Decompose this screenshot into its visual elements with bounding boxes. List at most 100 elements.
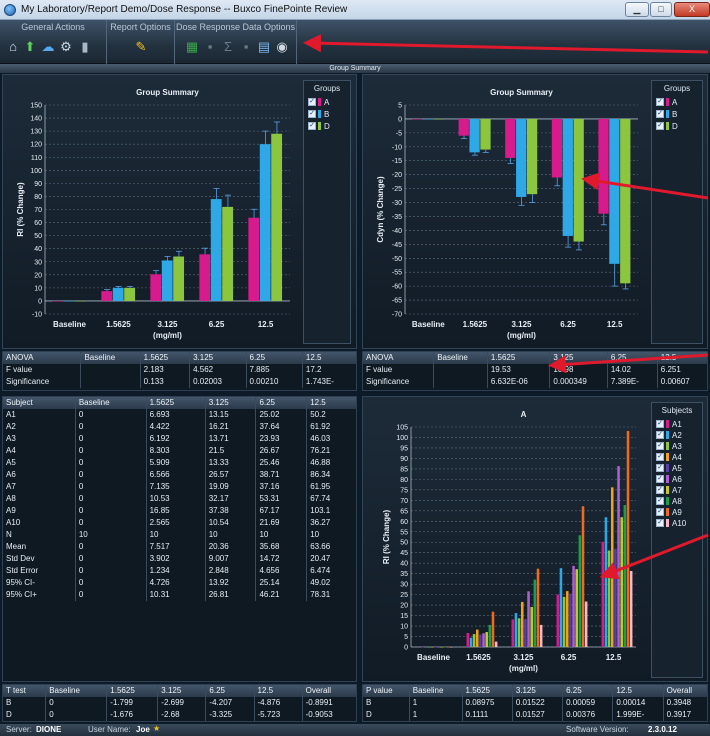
table-row[interactable]: B 0 -1.799 -2.699 -4.207 -4.876 -0.8991 [3,697,356,709]
legend-item-a9[interactable]: ✓ A9 [656,507,682,517]
column-header[interactable]: Baseline [409,685,463,697]
table-row[interactable]: Significance 6.632E-06 0.000349 7.389E- 0.00… [363,376,707,388]
checkbox-icon[interactable]: ✓ [656,519,664,527]
column-header[interactable]: 12.5 [254,685,303,697]
table-icon[interactable]: ▪ [203,40,217,54]
checkbox-icon[interactable]: ✓ [656,420,664,428]
checkbox-icon[interactable]: ✓ [656,431,664,439]
devices-icon[interactable]: ▮ [78,40,92,54]
home-icon[interactable]: ⌂ [6,40,20,54]
checkbox-icon[interactable]: ✓ [656,475,664,483]
table-row[interactable]: B 1 0.08975 0.01522 0.00059 0.00014 0.3948 [363,697,707,709]
minimize-button[interactable]: ▁ [625,2,649,17]
column-header[interactable]: Baseline [45,685,108,697]
table-row[interactable]: Significance 0.133 0.02003 0.00210 1.743E- [3,376,356,388]
column-header[interactable]: Baseline [75,397,147,409]
column-header[interactable]: 12.5 [657,352,707,364]
column-header[interactable]: 3.125 [157,685,207,697]
network-icon[interactable]: ⚙ [59,40,73,54]
column-header[interactable]: 1.5625 [462,685,513,697]
up-arrow-icon[interactable]: ⬆ [23,40,37,54]
column-header[interactable]: T test [3,685,47,697]
column-header[interactable]: 12.5 [306,397,356,409]
table-row[interactable]: 95% CI- 0 4.726 13.92 25.14 49.02 [3,577,356,589]
column-header[interactable]: ANOVA [363,352,435,364]
column-header[interactable]: Overall [302,685,356,697]
checkbox-icon[interactable]: ✓ [656,497,664,505]
column-header[interactable]: Baseline [80,352,141,364]
checkbox-icon[interactable]: ✓ [656,464,664,472]
checkbox-icon[interactable]: ✓ [656,442,664,450]
legend-item-d[interactable]: ✓ D [308,121,330,131]
table-row[interactable]: Std Dev 0 3.902 9.007 14.72 20.47 [3,553,356,565]
legend-item-a[interactable]: ✓ A [308,97,329,107]
maximize-button[interactable]: □ [650,2,672,17]
table-row[interactable]: A10 0 2.565 10.54 21.69 36.27 [3,517,356,529]
column-header[interactable]: 3.125 [549,352,608,364]
column-header[interactable]: 3.125 [189,352,247,364]
column-header[interactable]: 1.5625 [146,397,206,409]
document-icon[interactable]: ▤ [257,40,271,54]
table-row[interactable]: A4 0 8.303 21.5 26.67 76.21 [3,445,356,457]
legend-item-b[interactable]: ✓ B [656,109,677,119]
checkbox-icon[interactable]: ✓ [656,508,664,516]
table-row[interactable]: A3 0 6.192 13.71 23.93 46.03 [3,433,356,445]
legend-item-a6[interactable]: ✓ A6 [656,474,682,484]
column-header[interactable]: 6.25 [205,685,255,697]
excel-export-icon[interactable]: ▦ [185,40,199,54]
column-header[interactable]: ANOVA [3,352,82,364]
table-row[interactable]: D 0 -1.676 -2.68 -3.325 -5.723 -0.9053 [3,709,356,721]
column-header[interactable]: 6.25 [246,352,303,364]
legend-item-a[interactable]: ✓ A [656,97,677,107]
close-button[interactable]: X [674,2,710,17]
table-row[interactable]: N 10 10 10 10 10 [3,529,356,541]
table-row[interactable]: A2 0 4.422 16.21 37.64 61.92 [3,421,356,433]
checkbox-icon[interactable]: ✓ [308,110,316,118]
column-header[interactable]: 1.5625 [140,352,191,364]
table-row[interactable]: Mean 0 7.517 20.36 35.68 63.66 [3,541,356,553]
legend-item-a4[interactable]: ✓ A4 [656,452,682,462]
legend-item-a5[interactable]: ✓ A5 [656,463,682,473]
column-header[interactable]: 6.25 [562,685,614,697]
table-row[interactable]: F value 19.53 10.98 14.02 6.251 [363,364,707,376]
checkbox-icon[interactable]: ✓ [308,98,316,106]
column-header[interactable]: Subject [3,397,76,409]
legend-item-a2[interactable]: ✓ A2 [656,430,682,440]
column-header[interactable]: Baseline [433,352,488,364]
pencil-icon[interactable]: ✎ [134,40,148,54]
table-row[interactable]: A5 0 5.909 13.33 25.46 46.88 [3,457,356,469]
table-row[interactable]: F value 2.183 4.562 7.885 17.2 [3,364,356,376]
table-row[interactable]: A7 0 7.135 19.09 37.16 61.95 [3,481,356,493]
column-header[interactable]: 6.25 [607,352,658,364]
checkbox-icon[interactable]: ✓ [656,110,664,118]
table-row[interactable]: A8 0 10.53 32.17 53.31 67.74 [3,493,356,505]
table-row[interactable]: Std Error 0 1.234 2.848 4.656 6.474 [3,565,356,577]
column-header[interactable]: Overall [663,685,707,697]
checkbox-icon[interactable]: ✓ [656,122,664,130]
column-header[interactable]: 6.25 [255,397,308,409]
settings-icon[interactable]: ◉ [275,40,289,54]
checkbox-icon[interactable]: ✓ [656,486,664,494]
legend-item-a1[interactable]: ✓ A1 [656,419,682,429]
legend-item-a10[interactable]: ✓ A10 [656,518,686,528]
sum-icon[interactable]: Σ [221,40,235,54]
legend-item-d[interactable]: ✓ D [656,121,678,131]
legend-item-b[interactable]: ✓ B [308,109,329,119]
column-header[interactable]: 1.5625 [106,685,159,697]
column-header[interactable]: 3.125 [512,685,564,697]
cloud-icon[interactable]: ☁ [41,40,55,54]
legend-item-a8[interactable]: ✓ A8 [656,496,682,506]
checkbox-icon[interactable]: ✓ [656,98,664,106]
checkbox-icon[interactable]: ✓ [308,122,316,130]
table-row[interactable]: A6 0 6.566 26.57 38.71 86.34 [3,469,356,481]
table-row[interactable]: 95% CI+ 0 10.31 26.81 46.21 78.31 [3,589,356,601]
column-header[interactable]: 12.5 [612,685,664,697]
legend-item-a7[interactable]: ✓ A7 [656,485,682,495]
table-row[interactable]: A9 0 16.85 37.38 67.17 103.1 [3,505,356,517]
column-header[interactable]: 3.125 [205,397,257,409]
grid-icon[interactable]: ▪ [239,40,253,54]
column-header[interactable]: 1.5625 [487,352,551,364]
column-header[interactable]: 12.5 [302,352,356,364]
column-header[interactable]: P value [363,685,410,697]
table-row[interactable]: A1 0 6.693 13.15 25.02 50.2 [3,409,356,421]
